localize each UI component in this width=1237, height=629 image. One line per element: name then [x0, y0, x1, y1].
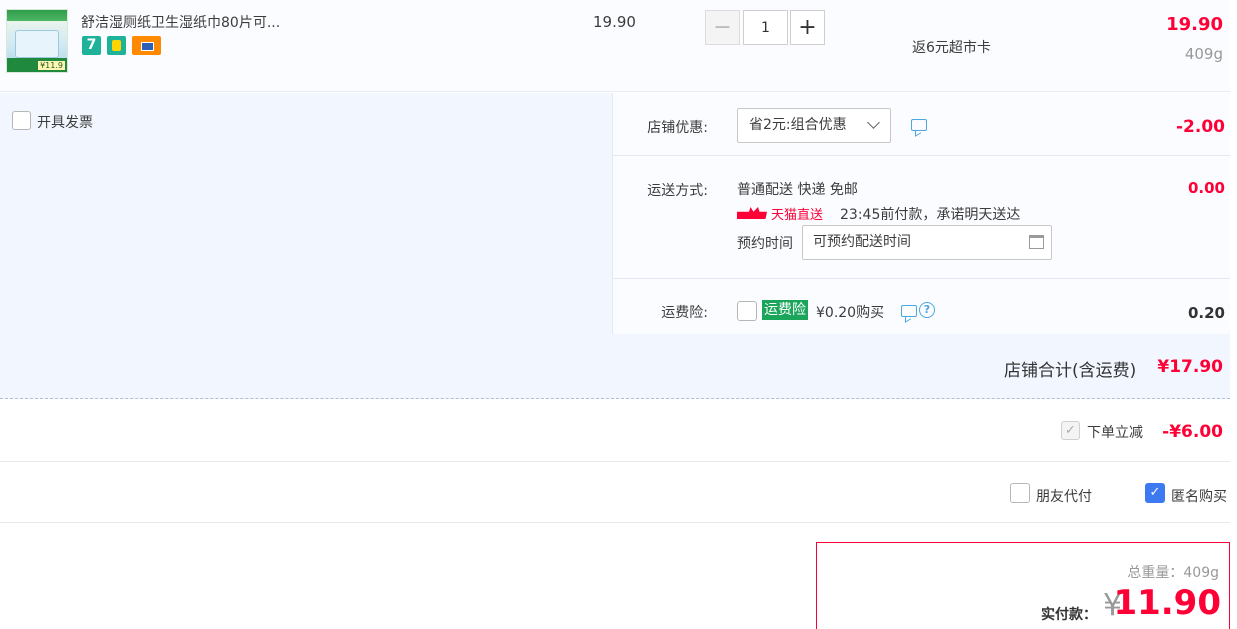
help-icon[interactable]: ?	[919, 302, 935, 318]
insurance-label: 运费险:	[661, 305, 708, 321]
coupon-value: -2.00	[1176, 117, 1225, 137]
product-package-image	[15, 30, 59, 58]
divider	[612, 278, 1230, 279]
delivery-promise: 23:45前付款，承诺明天送达	[840, 207, 1021, 223]
total-weight: 总重量：409g	[1127, 565, 1219, 581]
shipping-method: 普通配送 快递 免邮	[737, 182, 858, 198]
invoice-label[interactable]: 开具发票	[37, 112, 93, 132]
unit-price: 19.90	[593, 13, 636, 31]
supermarket-icon	[107, 36, 126, 55]
invoice-checkbox[interactable]	[12, 111, 31, 130]
friend-pay-label[interactable]: 朋友代付	[1036, 486, 1092, 506]
tmall-cat-icon	[737, 207, 767, 219]
pay-amount-label: 实付款：	[1041, 607, 1097, 623]
quantity-decrease-button[interactable]: −	[705, 10, 740, 45]
shop-total-value: ¥17.90	[1157, 357, 1223, 377]
pay-amount: 11.90	[1113, 583, 1221, 623]
divider	[612, 155, 1230, 156]
discount-checkbox[interactable]: ✓	[1061, 421, 1080, 440]
shop-total-label: 店铺合计(含运费)	[1004, 361, 1137, 381]
coupon-selected-value: 省2元:组合优惠	[749, 117, 847, 133]
friend-pay-checkbox[interactable]	[1010, 483, 1030, 503]
check-icon: ✓	[1065, 423, 1076, 438]
minus-icon: −	[713, 15, 732, 40]
tmall-direct-logo: 天猫直送	[737, 206, 824, 223]
booking-time-input[interactable]: 可预约配送时间	[802, 225, 1052, 260]
booking-time-placeholder: 可预约配送时间	[813, 234, 911, 250]
plus-icon: +	[798, 15, 817, 40]
shipping-value: 0.00	[1187, 179, 1225, 197]
discount-row	[0, 400, 1230, 462]
chat-icon[interactable]	[911, 119, 927, 131]
item-weight: 409g	[1184, 45, 1223, 63]
anonymous-checkbox[interactable]: ✓	[1145, 483, 1165, 503]
seven-day-return-icon: 7	[82, 36, 101, 55]
thumbnail-price-tag: ¥11.9	[38, 61, 65, 70]
anonymous-label[interactable]: 匿名购买	[1171, 486, 1227, 506]
discount-label: 下单立减	[1087, 425, 1143, 441]
tmall-direct-label: 天猫直送	[771, 207, 824, 223]
quantity-input[interactable]	[743, 10, 788, 45]
check-icon: ✓	[1149, 485, 1161, 500]
item-subtotal: 19.90	[1166, 14, 1223, 35]
discount-value: -¥6.00	[1162, 422, 1223, 442]
insurance-checkbox[interactable]	[737, 301, 757, 321]
booking-time-label: 预约时间	[737, 236, 793, 252]
insurance-tag: 运费险	[762, 300, 808, 320]
rebate-text: 返6元超市卡	[912, 40, 991, 56]
quantity-increase-button[interactable]: +	[790, 10, 825, 45]
product-thumbnail[interactable]: ¥11.9	[6, 9, 68, 73]
coupon-label: 店铺优惠:	[647, 120, 708, 136]
calendar-icon	[1029, 235, 1044, 249]
chat-icon[interactable]	[901, 305, 917, 317]
insurance-price: ¥0.20购买	[816, 305, 885, 321]
credit-card-icon	[132, 36, 161, 55]
insurance-value: 0.20	[1187, 304, 1225, 322]
coupon-select[interactable]: 省2元:组合优惠	[737, 108, 891, 143]
chevron-down-icon	[867, 116, 880, 129]
product-title[interactable]: 舒洁湿厕纸卫生湿纸巾80片可...	[81, 12, 280, 32]
shipping-label: 运送方式:	[647, 183, 708, 199]
